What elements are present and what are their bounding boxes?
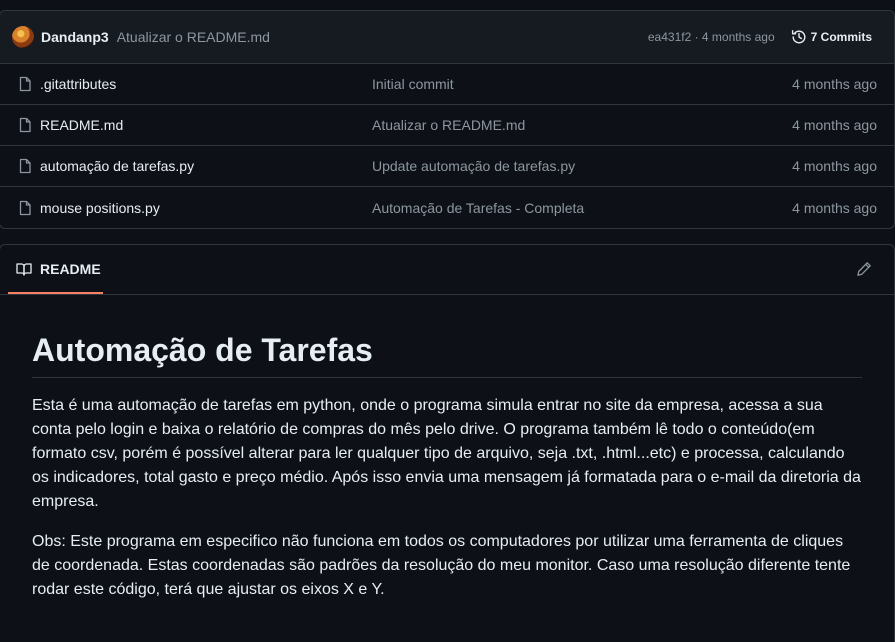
file-name[interactable]: automação de tarefas.py (40, 158, 372, 174)
file-last-commit[interactable]: Update automação de tarefas.py (372, 158, 792, 174)
history-icon (791, 30, 806, 44)
file-browser: Dandanp3 Atualizar o README.md ea431f2 ·… (0, 10, 895, 229)
file-icon (19, 200, 31, 215)
file-date: 4 months ago (792, 117, 877, 133)
file-date: 4 months ago (792, 158, 877, 174)
tab-readme-label: README (40, 260, 101, 277)
repository-page: Dandanp3 Atualizar o README.md ea431f2 ·… (0, 0, 895, 642)
file-name[interactable]: .gitattributes (40, 76, 372, 92)
commit-message[interactable]: Atualizar o README.md (117, 29, 270, 45)
commit-meta[interactable]: ea431f2 · 4 months ago (648, 30, 775, 44)
file-name[interactable]: README.md (40, 117, 372, 133)
file-last-commit[interactable]: Automação de Tarefas - Completa (372, 200, 792, 216)
commits-count: 7 Commits (810, 30, 872, 44)
readme-header: README (0, 245, 894, 295)
author-avatar[interactable] (12, 26, 34, 48)
latest-commit-bar: Dandanp3 Atualizar o README.md ea431f2 ·… (0, 11, 894, 64)
readme-paragraph: Obs: Este programa em especifico não fun… (32, 533, 851, 598)
tab-readme[interactable]: README (8, 245, 103, 294)
file-name[interactable]: mouse positions.py (40, 200, 372, 216)
readme-title: Automação de Tarefas (32, 330, 862, 378)
readme-panel: README Automação de Tarefas Esta é uma a… (0, 244, 895, 642)
readme-content: Automação de Tarefas Esta é uma automaçã… (0, 330, 894, 602)
file-last-commit[interactable]: Initial commit (372, 76, 792, 92)
file-icon (19, 76, 31, 92)
pencil-icon[interactable] (856, 261, 872, 277)
file-row[interactable]: mouse positions.py Automação de Tarefas … (0, 187, 894, 228)
file-row[interactable]: README.md Atualizar o README.md 4 months… (0, 105, 894, 146)
file-last-commit[interactable]: Atualizar o README.md (372, 117, 792, 133)
file-date: 4 months ago (792, 199, 877, 216)
file-icon (19, 158, 31, 174)
file-row[interactable]: .gitattributes Initial commit 4 months a… (0, 64, 894, 105)
commit-author[interactable]: Dandanp3 (41, 29, 109, 45)
file-icon (19, 117, 31, 133)
commits-history-link[interactable]: 7 Commits (791, 29, 872, 45)
file-row[interactable]: automação de tarefas.py Update automação… (0, 146, 894, 187)
book-icon (16, 262, 32, 276)
file-date: 4 months ago (792, 76, 877, 92)
readme-paragraph: Esta é uma automação de tarefas em pytho… (32, 397, 861, 510)
